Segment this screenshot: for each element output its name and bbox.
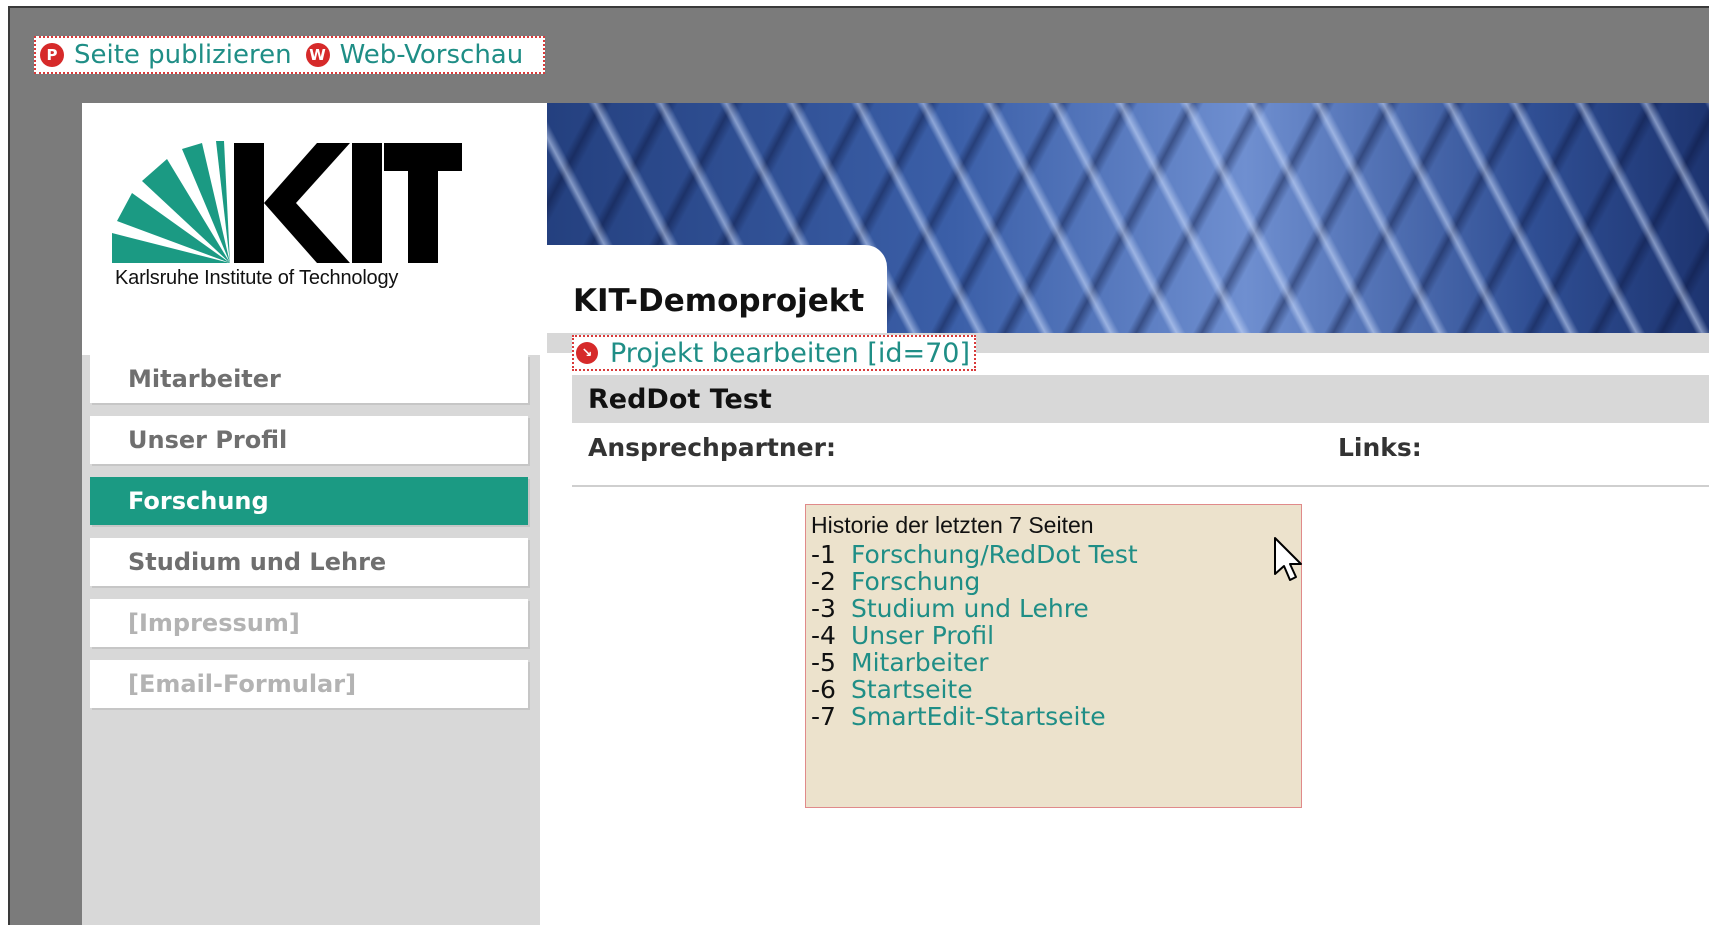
preview-icon[interactable]: W [305, 43, 330, 67]
sidebar-navigation: Mitarbeiter Unser Profil Forschung Studi… [82, 355, 540, 925]
sidebar-item-email-formular[interactable]: [Email-Formular] [90, 660, 528, 708]
publish-page-link[interactable]: Seite publizieren [74, 40, 292, 70]
mouse-pointer-icon [1274, 537, 1302, 581]
content-divider [572, 485, 1709, 487]
history-index: -6 [811, 675, 836, 704]
list-item: -6 Startseite [811, 676, 1301, 703]
list-item: -5 Mitarbeiter [811, 649, 1301, 676]
page-title-tab: KIT-Demoprojekt [547, 245, 887, 333]
contact-label: Ansprechpartner: [588, 433, 836, 462]
history-index: -1 [811, 540, 836, 569]
history-link[interactable]: Unser Profil [851, 621, 994, 650]
history-link[interactable]: Startseite [851, 675, 973, 704]
sidebar-item-forschung[interactable]: Forschung [90, 477, 528, 525]
list-item: -2 Forschung [811, 568, 1301, 595]
editor-frame: P Seite publizieren W Web-Vorschau Karls… [8, 6, 1709, 925]
links-label: Links: [1338, 433, 1422, 462]
logo-area: Karlsruhe Institute of Technology [82, 103, 540, 355]
reddot-toolbar: P Seite publizieren W Web-Vorschau [34, 36, 546, 74]
history-link[interactable]: Studium und Lehre [851, 594, 1089, 623]
sidebar-item-studium-und-lehre[interactable]: Studium und Lehre [90, 538, 528, 586]
history-link[interactable]: SmartEdit-Startseite [851, 702, 1106, 731]
history-link[interactable]: Forschung [851, 567, 980, 596]
history-index: -7 [811, 702, 836, 731]
publish-icon[interactable]: P [40, 43, 64, 67]
list-item: -3 Studium und Lehre [811, 595, 1301, 622]
page-title: KIT-Demoprojekt [573, 283, 865, 319]
history-index: -3 [811, 594, 836, 623]
edit-project-container: ↘ Projekt bearbeiten [id=70] [572, 335, 976, 371]
list-item: -4 Unser Profil [811, 622, 1301, 649]
kit-tagline: Karlsruhe Institute of Technology [115, 267, 399, 289]
web-preview-link[interactable]: Web-Vorschau [340, 40, 524, 70]
section-title: RedDot Test [572, 375, 1709, 423]
left-column: Karlsruhe Institute of Technology Mitarb… [82, 103, 540, 925]
sidebar-item-unser-profil[interactable]: Unser Profil [90, 416, 528, 464]
sidebar-item-impressum[interactable]: [Impressum] [90, 599, 528, 647]
list-item: -7 SmartEdit-Startseite [811, 703, 1301, 730]
edit-arrow-icon[interactable]: ↘ [576, 342, 598, 364]
list-item: -1 Forschung/RedDot Test [811, 541, 1301, 568]
sidebar-item-mitarbeiter[interactable]: Mitarbeiter [90, 355, 528, 403]
history-link[interactable]: Mitarbeiter [851, 648, 989, 677]
edit-project-link[interactable]: Projekt bearbeiten [id=70] [610, 338, 970, 369]
kit-logo [112, 141, 462, 263]
history-index: -4 [811, 621, 836, 650]
history-index: -2 [811, 567, 836, 596]
history-title: Historie der letzten 7 Seiten [811, 512, 1094, 538]
history-list: -1 Forschung/RedDot Test -2 Forschung -3 St… [811, 541, 1301, 730]
history-index: -5 [811, 648, 836, 677]
history-link[interactable]: Forschung/RedDot Test [851, 540, 1138, 569]
history-popup: Historie der letzten 7 Seiten -1 Forschun… [805, 504, 1302, 808]
